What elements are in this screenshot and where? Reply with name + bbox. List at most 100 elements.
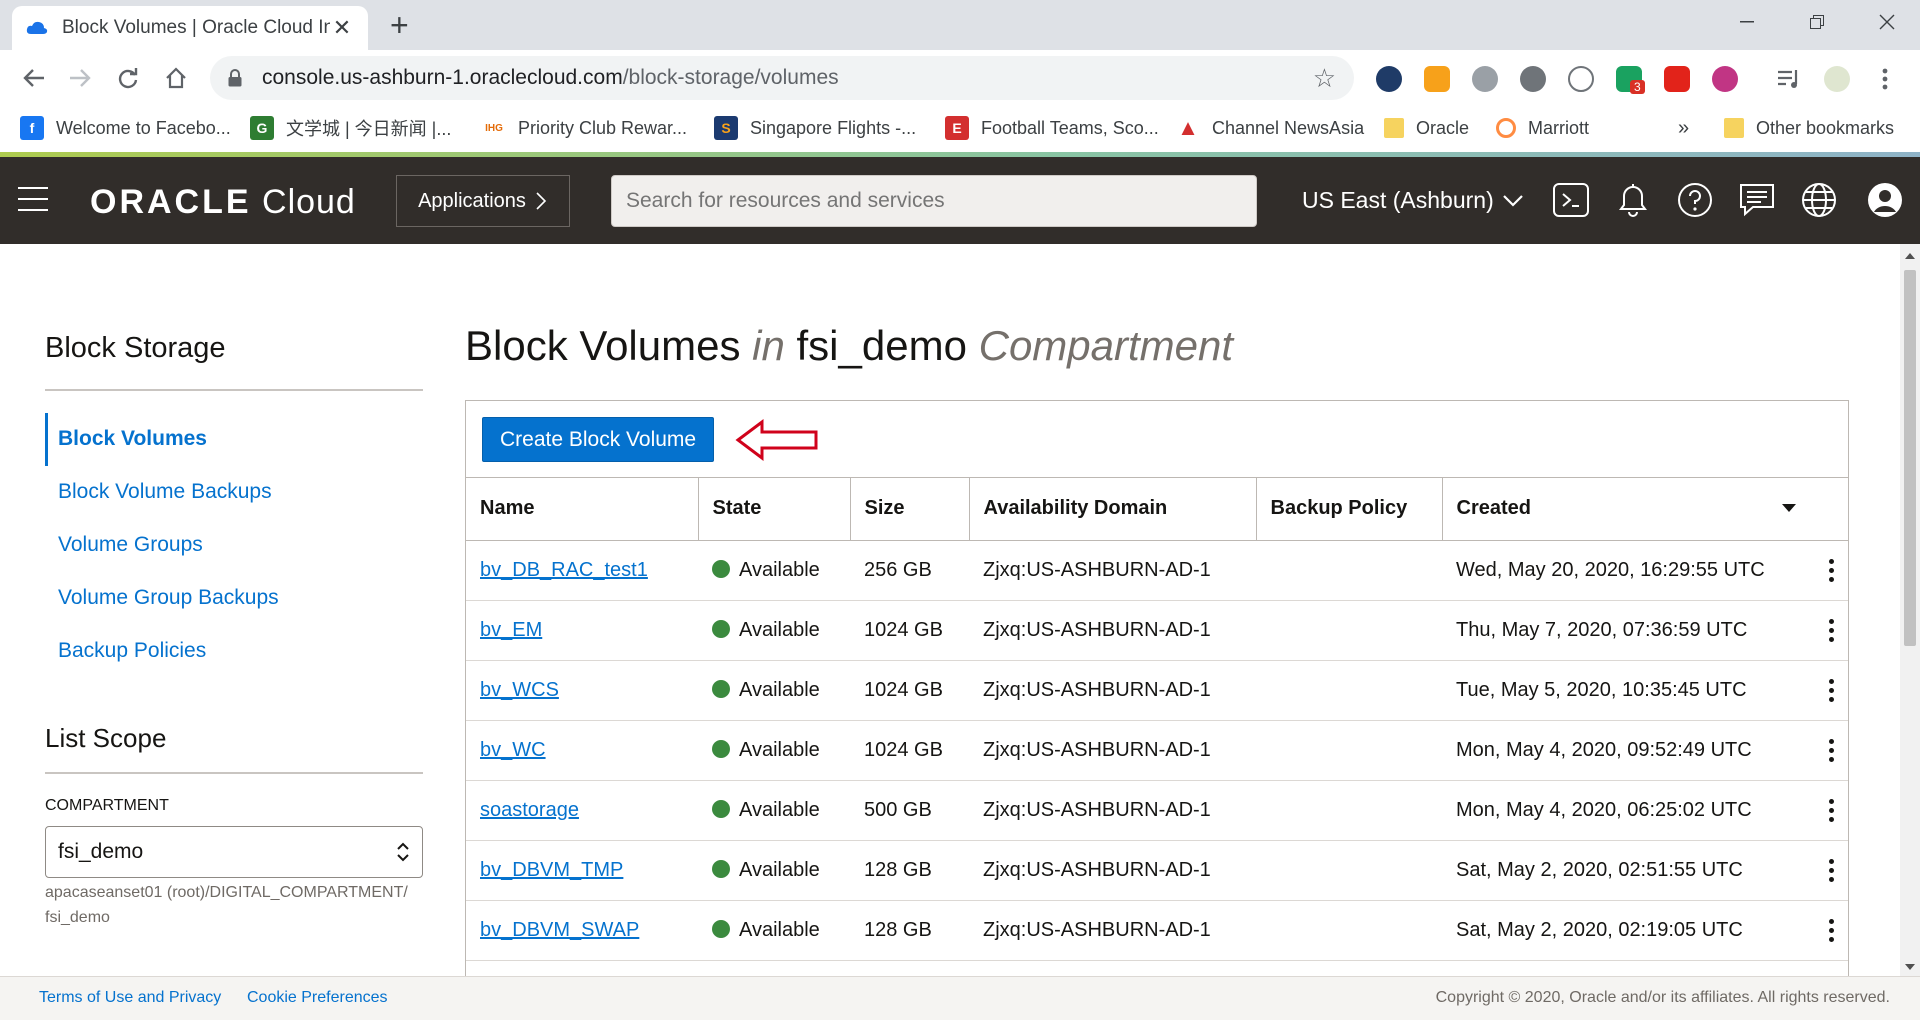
row-actions-menu-icon[interactable] xyxy=(1829,738,1834,762)
page-scrollbar[interactable] xyxy=(1900,244,1920,976)
espn-icon: E xyxy=(945,116,969,140)
backup-policy-cell xyxy=(1256,660,1442,721)
instagram-icon[interactable] xyxy=(1712,66,1738,92)
oracle-cloud-logo[interactable]: ORACLE Cloud xyxy=(90,183,356,222)
help-icon[interactable] xyxy=(1676,181,1714,219)
state-label: Available xyxy=(739,798,820,821)
sort-desc-icon[interactable] xyxy=(1782,504,1796,513)
bookmark-star-icon[interactable]: ☆ xyxy=(1313,63,1336,94)
table-row: bv_DBVM_SWAP Available 128 GB Zjxq:US-AS… xyxy=(466,900,1848,961)
bookmark-facebook[interactable]: f Welcome to Facebo... xyxy=(20,114,231,142)
extension-s-icon[interactable] xyxy=(1664,66,1690,92)
url-path: /block-storage/volumes xyxy=(622,66,839,89)
column-header-size[interactable]: Size xyxy=(850,478,970,541)
reload-icon[interactable] xyxy=(110,60,146,96)
availability-domain-cell: Zjxq:US-ASHBURN-AD-1 xyxy=(969,780,1256,841)
terms-link[interactable]: Terms of Use and Privacy xyxy=(39,989,221,1007)
column-header-availability-domain[interactable]: Availability Domain xyxy=(969,478,1257,541)
compartment-path: apacaseanset01 (root)/DIGITAL_COMPARTMEN… xyxy=(45,880,408,930)
table-row: bv_WC Available 1024 GB Zjxq:US-ASHBURN-… xyxy=(466,720,1848,781)
column-header-state[interactable]: State xyxy=(698,478,851,541)
bookmark-channel-newsasia[interactable]: ▲ Channel NewsAsia xyxy=(1176,114,1364,142)
state-label: Available xyxy=(739,858,820,881)
tab-close-icon[interactable]: ✕ xyxy=(330,15,354,41)
close-window-icon[interactable] xyxy=(1852,0,1920,44)
scroll-thumb[interactable] xyxy=(1904,270,1916,646)
new-tab-button[interactable]: + xyxy=(390,8,409,42)
cloud-shell-icon[interactable] xyxy=(1552,181,1590,219)
sidebar-item-volume-groups[interactable]: Volume Groups xyxy=(58,533,203,557)
minimize-icon[interactable] xyxy=(1712,0,1782,44)
extension-circle-icon[interactable] xyxy=(1568,66,1594,92)
column-header-backup-policy[interactable]: Backup Policy xyxy=(1256,478,1443,541)
volume-name-link[interactable]: soastorage xyxy=(480,799,579,821)
row-actions-menu-icon[interactable] xyxy=(1829,558,1834,582)
cookie-preferences-link[interactable]: Cookie Preferences xyxy=(247,989,388,1007)
logo-cloud: Cloud xyxy=(251,183,356,221)
browser-menu-icon[interactable] xyxy=(1872,66,1898,92)
create-block-volume-button[interactable]: Create Block Volume xyxy=(482,417,715,462)
bookmark-wenxuecity[interactable]: G 文学城 | 今日新闻 |... xyxy=(250,114,451,142)
home-icon[interactable] xyxy=(158,60,194,96)
hamburger-menu-icon[interactable] xyxy=(18,187,48,211)
sidebar-item-block-volume-backups[interactable]: Block Volume Backups xyxy=(58,480,272,504)
other-bookmarks[interactable]: Other bookmarks xyxy=(1724,114,1894,142)
size-cell: 1024 GB xyxy=(850,720,969,781)
restore-icon[interactable] xyxy=(1782,0,1852,44)
volume-name-link[interactable]: bv_DBVM_TMP xyxy=(480,859,623,881)
language-globe-icon[interactable] xyxy=(1800,181,1838,219)
back-icon[interactable] xyxy=(16,60,52,96)
row-actions-menu-icon[interactable] xyxy=(1829,918,1834,942)
column-header-name[interactable]: Name xyxy=(466,478,699,541)
volume-name-link[interactable]: bv_WCS xyxy=(480,679,559,701)
bookmark-priority-club[interactable]: IHG Priority Club Rewar... xyxy=(482,114,687,142)
profile-avatar[interactable] xyxy=(1824,66,1850,92)
compartment-path-line-1: apacaseanset01 (root)/DIGITAL_COMPARTMEN… xyxy=(45,884,408,901)
sidebar-item-volume-group-backups[interactable]: Volume Group Backups xyxy=(58,586,279,610)
volume-name-link[interactable]: bv_WC xyxy=(480,739,546,761)
address-bar[interactable]: console.us-ashburn-1.oraclecloud.com/blo… xyxy=(210,56,1354,100)
bookmark-marriott[interactable]: Marriott xyxy=(1496,114,1589,142)
availability-domain-cell: Zjxq:US-ASHBURN-AD-1 xyxy=(969,660,1256,721)
compartment-select[interactable]: fsi_demo xyxy=(45,826,423,878)
skype-icon[interactable] xyxy=(1520,66,1546,92)
extension-gray-icon[interactable] xyxy=(1472,66,1498,92)
column-header-created[interactable]: Created xyxy=(1442,478,1848,541)
region-selector[interactable]: US East (Ashburn) xyxy=(1302,187,1524,214)
row-actions-menu-icon[interactable] xyxy=(1829,618,1834,642)
bookmark-football[interactable]: E Football Teams, Sco... xyxy=(945,114,1159,142)
browser-tab-active[interactable]: Block Volumes | Oracle Cloud Inf ✕ xyxy=(12,6,368,50)
table-header-row: Name State Size Availability Domain Back… xyxy=(466,478,1848,541)
volume-name-link[interactable]: bv_EM xyxy=(480,619,542,641)
line-extension-icon[interactable]: 3 xyxy=(1616,66,1645,94)
row-actions-menu-icon[interactable] xyxy=(1829,858,1834,882)
sidebar-item-block-volumes[interactable]: Block Volumes xyxy=(58,427,207,451)
oci-header: ORACLE Cloud Applications US East (Ashbu… xyxy=(0,157,1920,244)
bookmark-singapore-flights[interactable]: S Singapore Flights -... xyxy=(714,114,916,142)
feedback-chat-icon[interactable] xyxy=(1738,181,1776,219)
created-value: Wed, May 20, 2020, 16:29:55 UTC xyxy=(1456,558,1765,581)
backup-policy-cell xyxy=(1256,840,1442,901)
media-control-icon[interactable] xyxy=(1776,66,1802,92)
volume-name-link[interactable]: bv_DB_RAC_test1 xyxy=(480,559,648,581)
applications-button[interactable]: Applications xyxy=(396,175,570,227)
extension-orange-icon[interactable] xyxy=(1424,66,1450,92)
scroll-up-icon[interactable] xyxy=(1905,253,1915,259)
forward-icon[interactable] xyxy=(62,60,98,96)
available-status-icon xyxy=(712,559,730,578)
notifications-bell-icon[interactable] xyxy=(1614,181,1652,219)
resource-search-input[interactable] xyxy=(611,175,1257,227)
sidebar-item-backup-policies[interactable]: Backup Policies xyxy=(58,639,206,663)
bookmark-oracle-folder[interactable]: Oracle xyxy=(1384,114,1469,142)
more-bookmarks-icon[interactable]: » xyxy=(1678,114,1689,142)
page-title-compartment: fsi_demo xyxy=(784,322,979,369)
backup-policy-cell xyxy=(1256,900,1442,961)
size-cell: 1024 GB xyxy=(850,600,969,661)
scroll-down-icon[interactable] xyxy=(1905,964,1915,970)
sidebar-divider xyxy=(45,389,423,391)
user-profile-icon[interactable] xyxy=(1866,181,1904,219)
extension-e-icon[interactable] xyxy=(1376,66,1402,92)
row-actions-menu-icon[interactable] xyxy=(1829,798,1834,822)
row-actions-menu-icon[interactable] xyxy=(1829,678,1834,702)
volume-name-link[interactable]: bv_DBVM_SWAP xyxy=(480,919,639,941)
